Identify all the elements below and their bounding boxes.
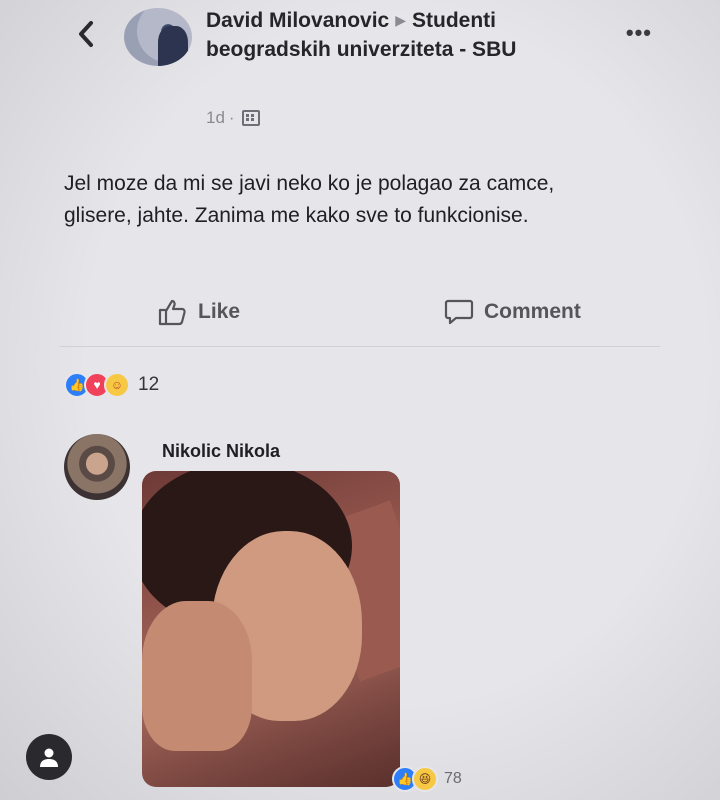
comment-bubble-icon <box>444 299 474 325</box>
author-avatar[interactable] <box>124 8 192 66</box>
chevron-left-icon <box>79 21 93 47</box>
post-header: David Milovanovic ▶ Studenti beogradskih u… <box>206 6 586 64</box>
comment-reactions[interactable]: 👍 😆 78 <box>392 766 462 792</box>
post-meta: 1d · <box>206 108 260 128</box>
comment-reaction-count: 78 <box>444 770 462 787</box>
comment-photo[interactable] <box>142 471 400 787</box>
more-options-icon[interactable]: ••• <box>626 20 652 46</box>
care-icon: ☺ <box>104 372 130 398</box>
commenter-avatar[interactable] <box>64 434 130 500</box>
user-accessibility-button[interactable] <box>26 734 72 780</box>
thumbs-up-icon <box>158 299 186 326</box>
meta-separator: · <box>228 108 235 127</box>
haha-icon: 😆 <box>412 766 438 792</box>
arrow-right-icon: ▶ <box>395 12 406 28</box>
post-time[interactable]: 1d <box>206 108 225 128</box>
reaction-count: 12 <box>138 374 160 395</box>
action-bar: Like Comment <box>60 292 660 347</box>
author-name[interactable]: David Milovanovic <box>206 9 389 32</box>
reactions-summary[interactable]: 👍 ♥ ☺ 12 <box>64 372 159 398</box>
commenter-name[interactable]: Nikolic Nikola <box>162 441 280 462</box>
like-button[interactable]: Like <box>158 298 240 326</box>
group-privacy-icon <box>241 110 260 126</box>
comment-button[interactable]: Comment <box>444 298 581 326</box>
comment-label: Comment <box>484 300 581 323</box>
like-label: Like <box>198 300 241 323</box>
post-text: Jel moze da mi se javi neko ko je polaga… <box>64 172 555 227</box>
back-button[interactable] <box>66 14 106 54</box>
person-icon <box>40 748 58 767</box>
